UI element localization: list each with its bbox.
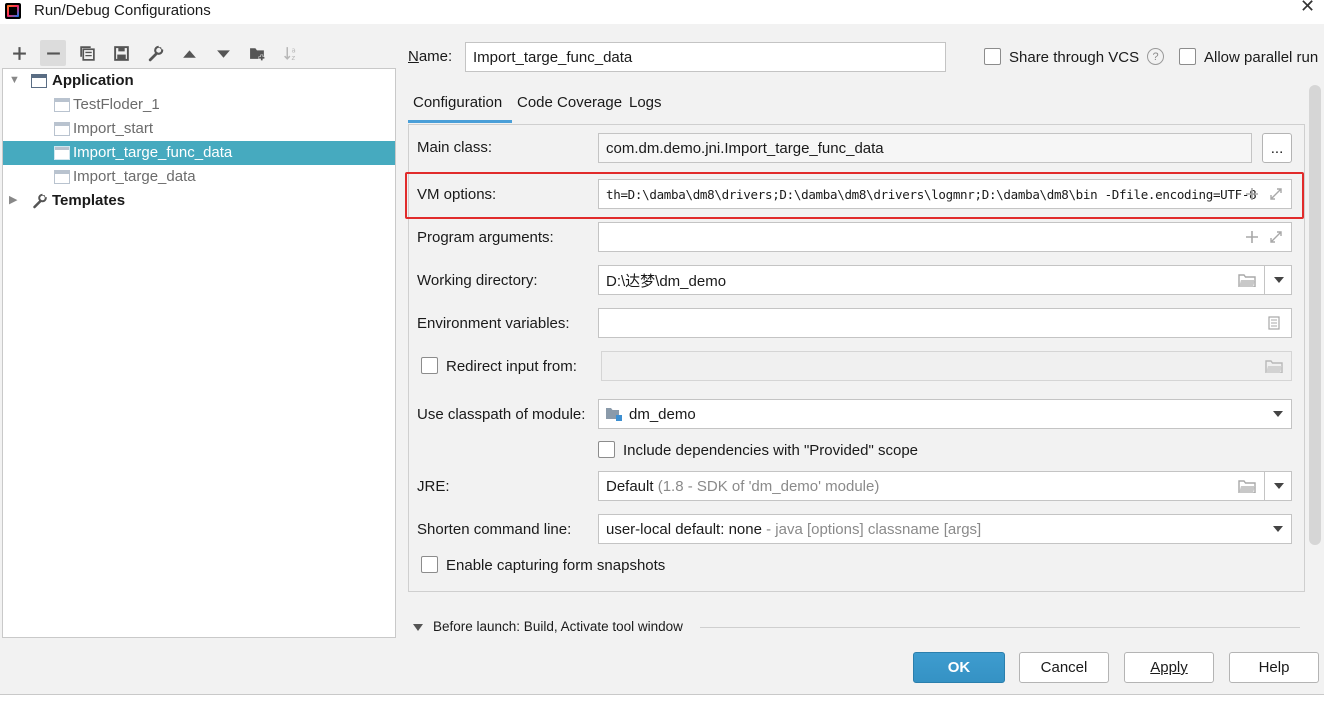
before-launch-collapse-icon[interactable] — [413, 624, 423, 631]
program-args-label: Program arguments: — [417, 229, 554, 246]
expand-add-icon[interactable] — [1242, 227, 1262, 247]
jre-dropdown-icon[interactable] — [1264, 471, 1292, 501]
env-vars-label: Environment variables: — [417, 315, 570, 332]
folder-icon[interactable] — [1237, 270, 1257, 290]
title-bar: Run/Debug Configurations ✕ — [0, 0, 1324, 24]
tree-item-testfloder[interactable]: TestFloder_1 — [3, 93, 395, 117]
working-dir-input[interactable]: D:\达梦\dm_demo — [598, 265, 1292, 295]
window-title: Run/Debug Configurations — [34, 2, 211, 19]
include-deps-label: Include dependencies with "Provided" sco… — [623, 442, 919, 459]
module-label: Use classpath of module: — [417, 406, 586, 423]
wrench-icon[interactable] — [142, 40, 168, 66]
add-icon[interactable] — [6, 40, 32, 66]
svg-text:z: z — [291, 53, 295, 61]
share-vcs-checkbox[interactable] — [984, 48, 1001, 65]
remove-icon[interactable] — [40, 40, 66, 66]
shorten-hint: - java [options] classname [args] — [766, 520, 982, 538]
tab-logs[interactable]: Logs — [629, 94, 662, 111]
module-folder-icon — [605, 406, 623, 422]
snapshots-label: Enable capturing form snapshots — [446, 557, 666, 574]
before-launch-label[interactable]: Before launch: Build, Activate tool wind… — [433, 619, 683, 634]
window-bottom-edge — [0, 694, 1324, 701]
tree-item-label: Import_start — [73, 120, 154, 137]
main-class-input[interactable]: com.dm.demo.jni.Import_targe_func_data — [598, 133, 1252, 163]
close-window-icon[interactable]: ✕ — [1300, 0, 1315, 17]
help-button[interactable]: Help — [1229, 652, 1319, 683]
name-label-text: ame: — [418, 48, 453, 65]
wrench-icon — [31, 192, 49, 209]
main-class-label: Main class: — [417, 139, 493, 156]
application-icon — [31, 74, 47, 88]
jre-select[interactable]: Default (1.8 - SDK of 'dm_demo' module) — [598, 471, 1292, 501]
module-value: dm_demo — [629, 405, 696, 423]
collapse-arrow-icon[interactable]: ▶ — [9, 195, 19, 206]
help-icon[interactable]: ? — [1147, 48, 1164, 65]
snapshots-checkbox[interactable] — [421, 556, 438, 573]
tree-item-label: Import_targe_func_data — [73, 144, 233, 161]
shorten-dropdown-icon[interactable] — [1264, 514, 1292, 544]
module-select[interactable]: dm_demo — [598, 399, 1292, 429]
name-input[interactable]: Import_targe_func_data — [465, 42, 946, 72]
tree-node-templates[interactable]: ▶ Templates — [3, 189, 395, 213]
folder-add-icon[interactable] — [244, 40, 270, 66]
redirect-input-checkbox[interactable] — [421, 357, 438, 374]
active-tab-indicator — [408, 120, 512, 123]
tree-item-import-targe-func-data[interactable]: Import_targe_func_data — [3, 141, 395, 165]
copy-icon[interactable] — [74, 40, 100, 66]
jre-value: Default — [606, 477, 654, 495]
shorten-label: Shorten command line: — [417, 521, 572, 538]
module-dropdown-icon[interactable] — [1264, 399, 1292, 429]
folder-icon[interactable] — [1264, 356, 1284, 376]
env-vars-input[interactable] — [598, 308, 1292, 338]
tree-label-application: Application — [52, 72, 134, 89]
config-icon — [54, 146, 70, 160]
scrollbar[interactable] — [1309, 85, 1321, 545]
shorten-value: user-local default: none — [606, 520, 762, 538]
program-args-input[interactable] — [598, 222, 1292, 252]
tree-label-templates: Templates — [52, 192, 126, 209]
tree-item-label: Import_targe_data — [73, 168, 196, 185]
name-label: Name: — [408, 48, 453, 65]
arrow-down-icon[interactable] — [210, 40, 236, 66]
intellij-logo-icon — [5, 3, 21, 19]
document-icon[interactable] — [1264, 313, 1284, 333]
tab-configuration[interactable]: Configuration — [413, 94, 502, 111]
before-launch-divider — [700, 627, 1300, 628]
config-icon — [54, 98, 70, 112]
save-icon[interactable] — [108, 40, 134, 66]
browse-main-class-button[interactable]: ... — [1262, 133, 1292, 163]
redirect-input-field[interactable] — [601, 351, 1292, 381]
apply-button[interactable]: Apply — [1124, 652, 1214, 683]
arrow-up-icon[interactable] — [176, 40, 202, 66]
working-dir-dropdown-icon[interactable] — [1264, 265, 1292, 295]
jre-label: JRE: — [417, 478, 450, 495]
apply-button-label: Apply — [1150, 659, 1188, 676]
tree-item-label: TestFloder_1 — [73, 96, 160, 113]
config-icon — [54, 122, 70, 136]
tree-item-import-start[interactable]: Import_start — [3, 117, 395, 141]
configuration-tree[interactable]: ▼ Application TestFloder_1 Import_start … — [2, 68, 396, 638]
expand-arrow-icon[interactable]: ▼ — [9, 75, 20, 86]
config-icon — [54, 170, 70, 184]
expand-field-icon[interactable] — [1266, 227, 1286, 247]
working-dir-label: Working directory: — [417, 272, 538, 289]
sort-icon[interactable]: az — [278, 40, 304, 66]
tree-node-application[interactable]: ▼ Application — [3, 69, 395, 93]
redirect-input-label: Redirect input from: — [446, 358, 577, 375]
allow-parallel-label: Allow parallel run — [1204, 49, 1319, 66]
include-deps-checkbox[interactable] — [598, 441, 615, 458]
tree-item-import-targe-data[interactable]: Import_targe_data — [3, 165, 395, 189]
vm-options-highlight — [405, 172, 1304, 219]
tab-code-coverage[interactable]: Code Coverage — [517, 94, 622, 111]
ok-button[interactable]: OK — [913, 652, 1005, 683]
folder-icon[interactable] — [1237, 476, 1257, 496]
shorten-select[interactable]: user-local default: none - java [options… — [598, 514, 1292, 544]
cancel-button[interactable]: Cancel — [1019, 652, 1109, 683]
jre-hint: (1.8 - SDK of 'dm_demo' module) — [657, 477, 880, 495]
allow-parallel-checkbox[interactable] — [1179, 48, 1196, 65]
share-vcs-label: Share through VCS — [1009, 49, 1140, 66]
